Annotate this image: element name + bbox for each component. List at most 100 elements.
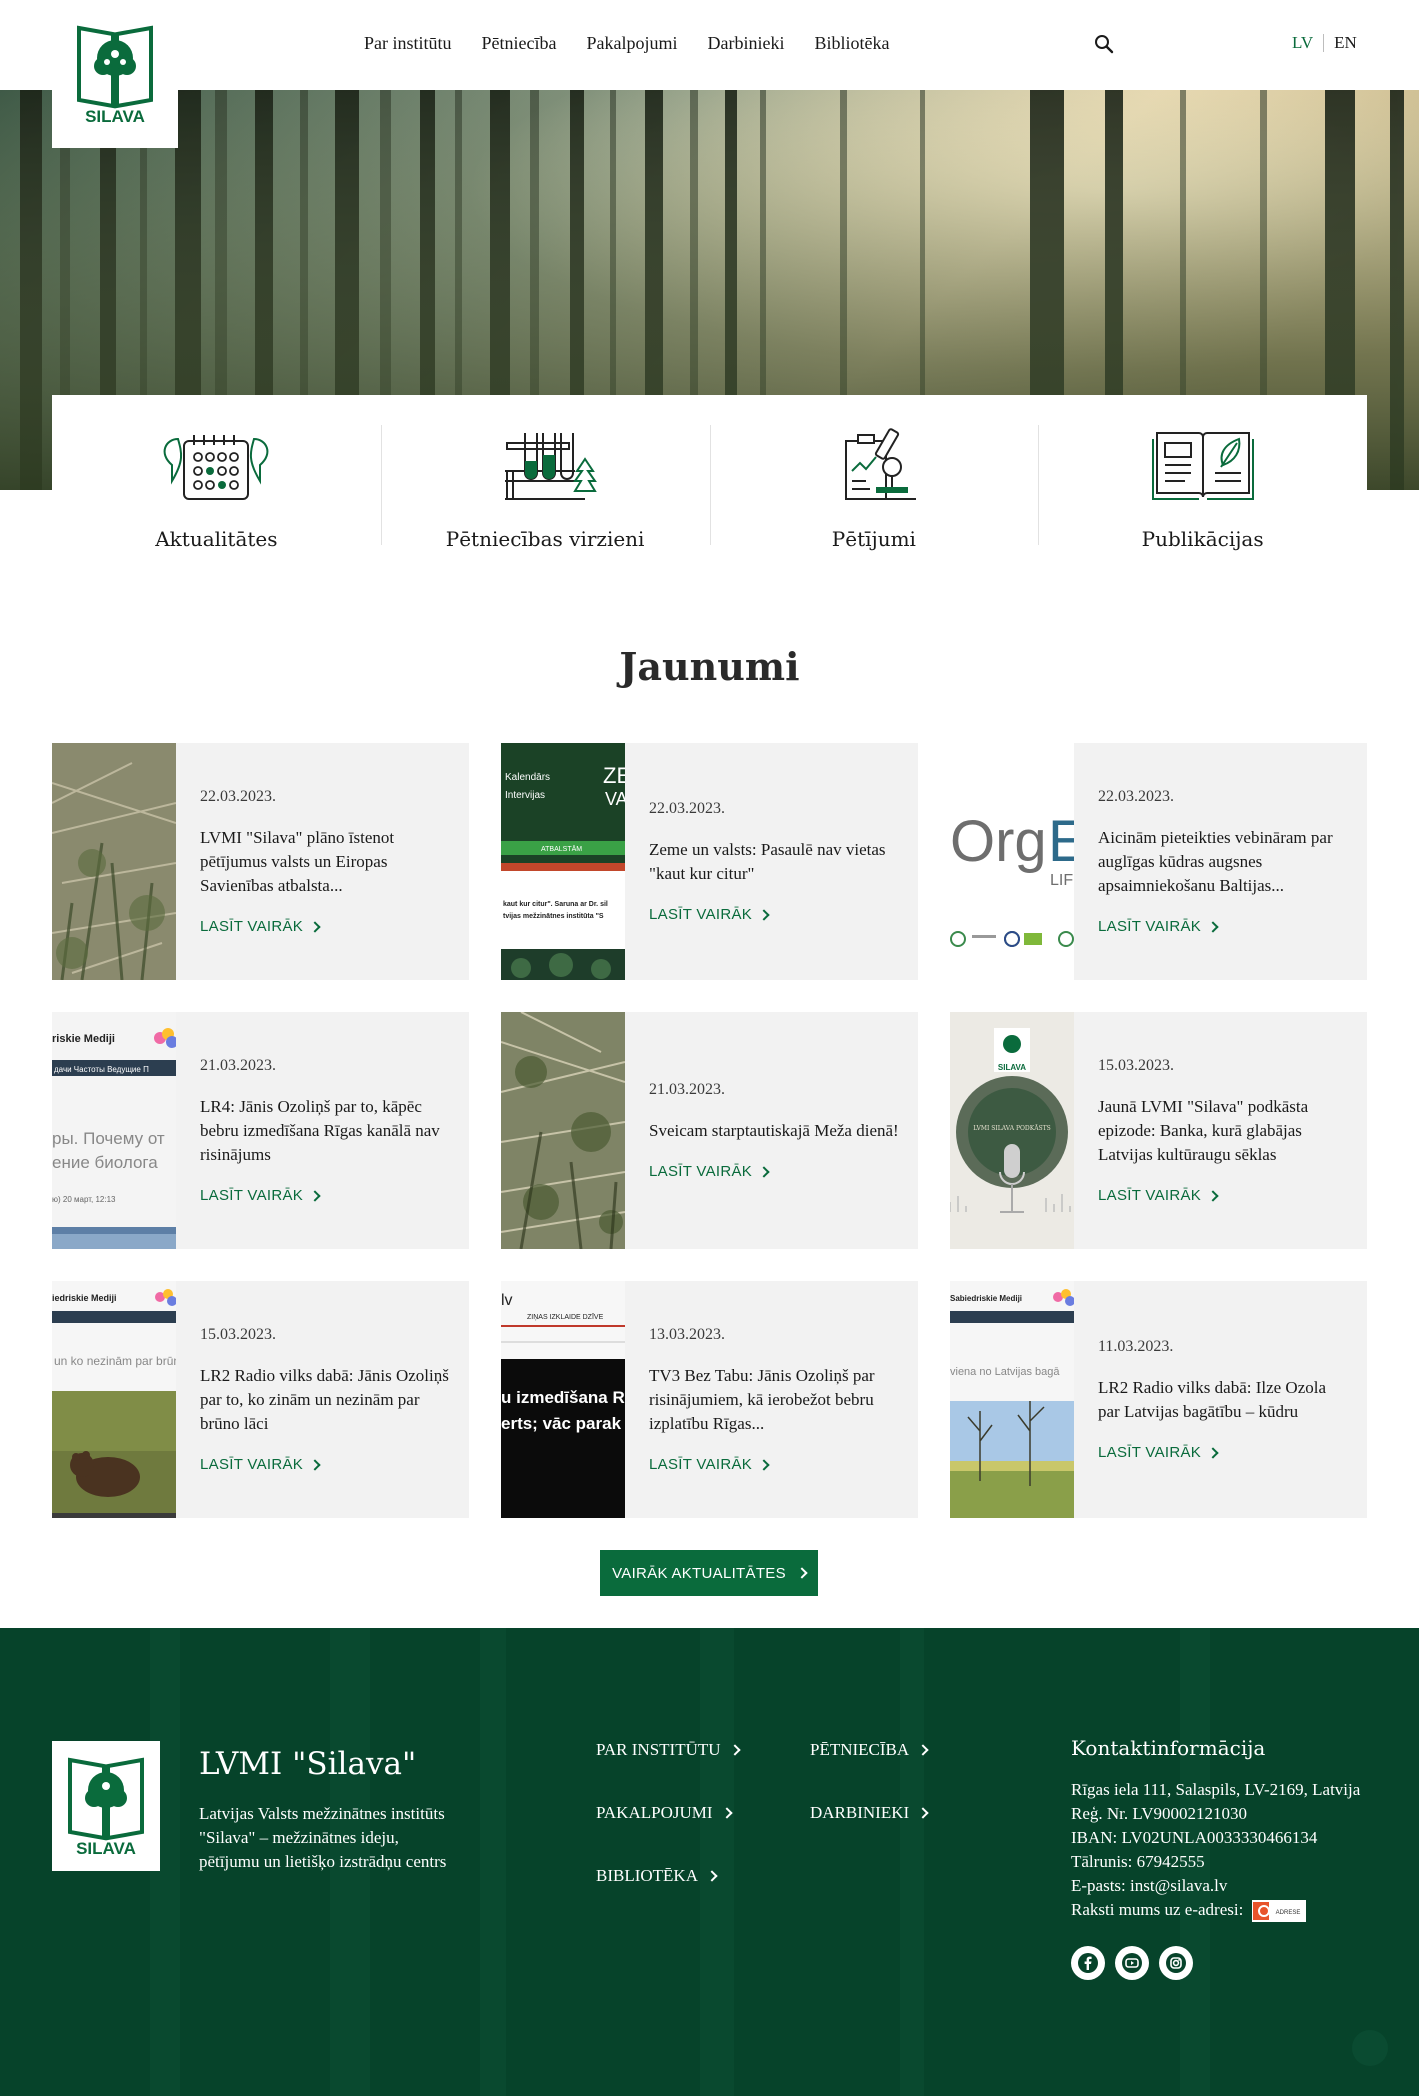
category-publikacijas[interactable]: Publikācijas [1038, 395, 1367, 567]
news-card[interactable]: lv ZIŅAS IZKLAIDE DZĪVE u izmedīšana R e… [501, 1281, 918, 1518]
news-thumbnail: Org E LIF [950, 743, 1074, 980]
chevron-right-icon [728, 1744, 741, 1756]
category-aktualitates[interactable]: Aktualitātes [52, 395, 381, 567]
chevron-right-icon [1207, 1446, 1219, 1459]
footer-description: Latvijas Valsts mežzinātnes institūts "S… [199, 1804, 447, 1871]
news-card[interactable]: Org E LIF 22.03.2023. Aicinām pieteiktie… [950, 743, 1367, 980]
news-thumbnail: Sabiedriskie Mediji viena no Latvijas ba… [950, 1281, 1074, 1518]
news-title[interactable]: Sveicam starptautiskajā Meža dienā! [649, 1119, 900, 1143]
thumb-text: riskie Mediji [52, 1033, 115, 1045]
news-title[interactable]: LR4: Jānis Ozoliņš par to, kāpēc bebru i… [200, 1095, 451, 1167]
read-more-label: LASĪT VAIRĀK [1098, 918, 1202, 935]
site-logo[interactable]: SILAVA [52, 0, 178, 148]
footer-link-biblioteka[interactable]: BIBLIOTĒKA [596, 1866, 718, 1886]
lang-lv-link[interactable]: LV [1292, 33, 1313, 53]
news-section-title: Jaunumi [619, 644, 800, 689]
site-header: Par institūtu Pētniecība Pakalpojumi Dar… [0, 0, 1419, 90]
news-card[interactable]: iedriskie Mediji un ko nezinām par brūn … [52, 1281, 469, 1518]
category-petniecibas-virzieni[interactable]: Pētniecības virzieni [380, 395, 710, 567]
footer-link-darbinieki[interactable]: DARBINIEKI [810, 1803, 929, 1823]
footer-link-pakalpojumi[interactable]: PAKALPOJUMI [596, 1803, 733, 1823]
facebook-icon[interactable] [1071, 1946, 1105, 1980]
chevron-right-icon [1207, 920, 1219, 933]
news-date: 13.03.2023. [649, 1326, 725, 1343]
news-card[interactable]: SILAVA LVMI SILAVA PODKĀSTS 15.03.2023. … [950, 1012, 1367, 1249]
contact-email[interactable]: E-pasts: inst@silava.lv [1071, 1874, 1360, 1898]
news-title[interactable]: LR2 Radio vilks dabā: Ilze Ozola par Lat… [1098, 1376, 1349, 1424]
footer-link-petnieciba[interactable]: PĒTNIECĪBA [810, 1740, 929, 1760]
news-title[interactable]: Zeme un valsts: Pasaulē nav vietas "kaut… [649, 838, 900, 886]
read-more-label: LASĪT VAIRĀK [200, 1456, 304, 1473]
test-tubes-tree-icon [505, 433, 598, 500]
e-address-badge[interactable]: ADRESE [1251, 1900, 1306, 1923]
thumb-text: ры. Почему от [52, 1129, 165, 1148]
microscope-chart-icon [844, 428, 916, 500]
category-petijumi[interactable]: Pētījumi [709, 395, 1039, 567]
nav-pakalpojumi[interactable]: Pakalpojumi [587, 33, 678, 54]
news-card[interactable]: Sabiedriskie Mediji viena no Latvijas ba… [950, 1281, 1367, 1518]
search-icon[interactable] [1093, 33, 1115, 55]
chevron-right-icon [706, 1870, 718, 1882]
thumb-text: SILAVA [998, 1063, 1026, 1072]
calendar-leaves-icon [163, 435, 269, 500]
contact-reg-number: Reģ. Nr. LV90002121030 [1071, 1804, 1247, 1823]
read-more-link[interactable]: LASĪT VAIRĀK [1098, 918, 1349, 935]
category-label: Pētniecības virzieni [445, 527, 645, 551]
news-thumbnail [52, 743, 176, 980]
chevron-right-icon [917, 1744, 929, 1756]
open-book-icon [1151, 432, 1254, 500]
chevron-right-icon [758, 908, 770, 921]
news-title[interactable]: Aicinām pieteikties vebināram par auglīg… [1098, 826, 1349, 898]
read-more-link[interactable]: LASĪT VAIRĀK [200, 918, 451, 935]
more-news-button[interactable]: VAIRĀK AKTUALITĀTES [600, 1550, 818, 1596]
chevron-right-icon [309, 920, 321, 933]
thumb-text: ATBALSTĀM [541, 845, 582, 853]
footer-link-par-institutu[interactable]: PAR INSTITŪTU [596, 1740, 741, 1760]
youtube-icon[interactable] [1115, 1946, 1149, 1980]
nav-darbinieki[interactable]: Darbinieki [708, 33, 785, 54]
chevron-right-icon [758, 1458, 770, 1471]
news-title[interactable]: LR2 Radio vilks dabā: Jānis Ozoliņš par … [200, 1364, 451, 1436]
footer-org-name: LVMI "Silava" [199, 1746, 417, 1782]
read-more-link[interactable]: LASĪT VAIRĀK [1098, 1187, 1349, 1204]
footer-logo[interactable]: SILAVA [52, 1741, 160, 1871]
news-title[interactable]: Jaunā LVMI "Silava" podkāsta epizode: Ba… [1098, 1095, 1349, 1167]
news-card[interactable]: Kalendārs Intervijas ZE VA ATBALSTĀM kau… [501, 743, 918, 980]
chevron-right-icon [917, 1807, 929, 1819]
lang-en-link[interactable]: EN [1334, 33, 1357, 53]
thumb-text: erts; vāc parak [501, 1414, 622, 1433]
footer-link-label: PĒTNIECĪBA [810, 1740, 910, 1759]
news-title[interactable]: LVMI "Silava" plāno īstenot pētījumus va… [200, 826, 451, 898]
thumb-text: lv [501, 1292, 513, 1309]
main-nav: Par institūtu Pētniecība Pakalpojumi Dar… [364, 33, 889, 54]
footer-link-label: PAKALPOJUMI [596, 1803, 713, 1822]
thumb-text: u izmedīšana R [501, 1388, 625, 1407]
news-card[interactable]: riskie Mediji дачи Частоты Ведущие П ры.… [52, 1012, 469, 1249]
news-date: 22.03.2023. [1098, 788, 1174, 805]
news-title[interactable]: TV3 Bez Tabu: Jānis Ozoliņš par risināju… [649, 1364, 900, 1436]
chevron-right-icon [758, 1165, 770, 1178]
more-news-label: VAIRĀK AKTUALITĀTES [612, 1564, 786, 1582]
thumb-text: ение биолога [52, 1153, 158, 1172]
nav-petnieciba[interactable]: Pētniecība [482, 33, 557, 54]
read-more-link[interactable]: LASĪT VAIRĀK [200, 1187, 451, 1204]
contact-phone[interactable]: Tālrunis: 67942555 [1071, 1850, 1360, 1874]
chevron-right-icon [720, 1807, 733, 1819]
read-more-link[interactable]: LASĪT VAIRĀK [649, 906, 900, 923]
read-more-link[interactable]: LASĪT VAIRĀK [1098, 1444, 1349, 1461]
news-card[interactable]: 21.03.2023. Sveicam starptautiskajā Meža… [501, 1012, 918, 1249]
news-thumbnail: SILAVA LVMI SILAVA PODKĀSTS [950, 1012, 1074, 1249]
instagram-icon[interactable] [1159, 1946, 1193, 1980]
news-card[interactable]: 22.03.2023. LVMI "Silava" plāno īstenot … [52, 743, 469, 980]
read-more-link[interactable]: LASĪT VAIRĀK [649, 1456, 900, 1473]
nav-biblioteka[interactable]: Bibliotēka [814, 33, 889, 54]
language-switcher: LV EN [1292, 33, 1357, 53]
thumb-text: E [1048, 809, 1074, 874]
read-more-link[interactable]: LASĪT VAIRĀK [649, 1163, 900, 1180]
site-footer: SILAVA LVMI "Silava" Latvijas Valsts mež… [0, 1628, 1419, 2096]
contact-address: Rīgas iela 111, Salaspils, LV-2169, Latv… [1071, 1780, 1361, 1799]
footer-link-label: BIBLIOTĒKA [596, 1866, 698, 1885]
read-more-link[interactable]: LASĪT VAIRĀK [200, 1456, 451, 1473]
nav-par-institutu[interactable]: Par institūtu [364, 33, 452, 54]
news-date: 15.03.2023. [1098, 1057, 1174, 1074]
